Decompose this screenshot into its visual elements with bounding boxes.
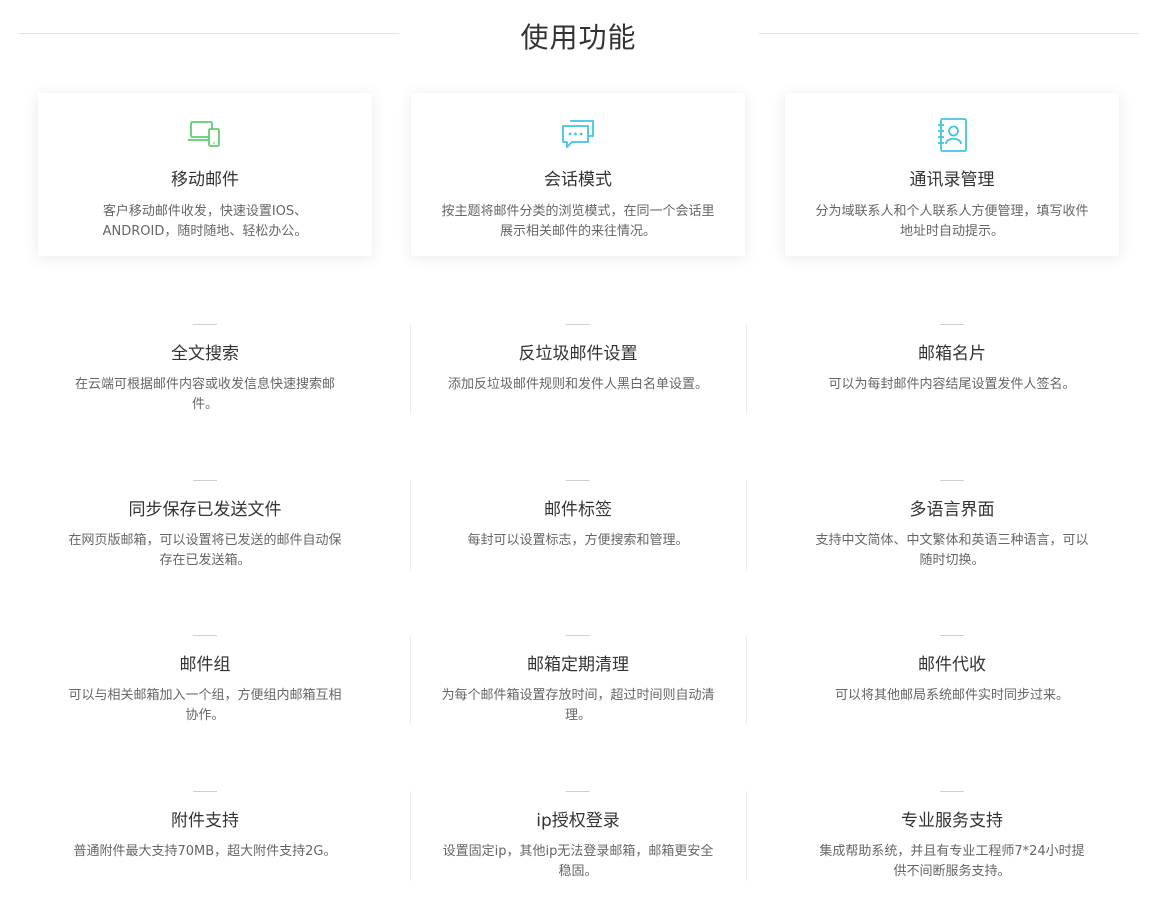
mobile-devices-icon <box>185 115 225 155</box>
column-divider <box>746 791 747 881</box>
column-divider <box>746 324 747 414</box>
feature-description: 添加反垃圾邮件规则和发件人黑白名单设置。 <box>447 377 708 392</box>
feature-title: 邮箱定期清理 <box>527 655 629 675</box>
card-mobile-mail[interactable]: 移动邮件 客户移动邮件收发，快速设置IOS、ANDROID，随时随地、轻松办公。 <box>38 93 372 256</box>
feature-description: 可以将其他邮局系统邮件实时同步过来。 <box>834 688 1069 703</box>
feature-item: 邮件标签 每封可以设置标志，方便搜索和管理。 <box>410 480 746 570</box>
feature-description: 每封可以设置标志，方便搜索和管理。 <box>467 533 689 548</box>
feature-title: 全文搜索 <box>171 344 239 364</box>
feature-dash <box>193 635 217 636</box>
feature-title: 邮件标签 <box>544 500 612 520</box>
feature-item: 专业服务支持 集成帮助系统，并且有专业工程师7*24小时提供不间断服务支持。 <box>784 791 1120 881</box>
feature-item: 附件支持 普通附件最大支持70MB，超大附件支持2G。 <box>37 791 373 881</box>
feature-dash <box>940 791 964 792</box>
feature-item: 多语言界面 支持中文简体、中文繁体和英语三种语言，可以随时切换。 <box>784 480 1120 570</box>
feature-description: 在云端可根据邮件内容或收发信息快速搜索邮件。 <box>74 377 335 412</box>
feature-title: 邮件代收 <box>918 655 986 675</box>
feature-item: 邮箱定期清理 为每个邮件箱设置存放时间，超过时间则自动清理。 <box>410 635 746 725</box>
feature-dash <box>193 324 217 325</box>
feature-item: 反垃圾邮件设置 添加反垃圾邮件规则和发件人黑白名单设置。 <box>410 324 746 414</box>
feature-dash <box>940 635 964 636</box>
column-divider <box>746 635 747 725</box>
feature-title: 邮箱名片 <box>918 344 986 364</box>
feature-description: 设置固定ip，其他ip无法登录邮箱，邮箱更安全稳固。 <box>442 844 714 879</box>
card-description: 分为域联系人和个人联系人方便管理，填写收件地址时自动提示。 <box>815 204 1089 239</box>
card-conversation-mode[interactable]: 会话模式 按主题将邮件分类的浏览模式，在同一个会话里展示相关邮件的来往情况。 <box>411 93 745 256</box>
feature-item: 邮件代收 可以将其他邮局系统邮件实时同步过来。 <box>784 635 1120 725</box>
feature-title: 邮件组 <box>179 655 231 675</box>
section-title: 使用功能 <box>520 21 637 54</box>
feature-description: 在网页版邮箱，可以设置将已发送的邮件自动保存在已发送箱。 <box>68 533 342 568</box>
feature-title: 同步保存已发送文件 <box>128 500 282 520</box>
feature-description: 集成帮助系统，并且有专业工程师7*24小时提供不间断服务支持。 <box>819 844 1085 879</box>
card-title: 移动邮件 <box>171 170 239 190</box>
feature-dash <box>193 791 217 792</box>
feature-dash <box>566 791 590 792</box>
feature-item: 全文搜索 在云端可根据邮件内容或收发信息快速搜索邮件。 <box>37 324 373 414</box>
feature-description: 为每个邮件箱设置存放时间，超过时间则自动清理。 <box>441 688 715 723</box>
contact-book-icon <box>932 115 972 155</box>
feature-description: 可以与相关邮箱加入一个组，方便组内邮箱互相协作。 <box>68 688 342 723</box>
feature-item: 邮件组 可以与相关邮箱加入一个组，方便组内邮箱互相协作。 <box>37 635 373 725</box>
feature-description: 可以为每封邮件内容结尾设置发件人签名。 <box>828 377 1076 392</box>
feature-item: 同步保存已发送文件 在网页版邮箱，可以设置将已发送的邮件自动保存在已发送箱。 <box>37 480 373 570</box>
card-title: 通讯录管理 <box>909 170 995 190</box>
feature-dash <box>940 480 964 481</box>
feature-dash <box>566 635 590 636</box>
card-description: 客户移动邮件收发，快速设置IOS、ANDROID，随时随地、轻松办公。 <box>102 204 308 239</box>
feature-title: 附件支持 <box>171 811 239 831</box>
feature-title: 专业服务支持 <box>901 811 1003 831</box>
feature-item: 邮箱名片 可以为每封邮件内容结尾设置发件人签名。 <box>784 324 1120 414</box>
chat-bubbles-icon <box>558 115 598 155</box>
card-contacts-management[interactable]: 通讯录管理 分为域联系人和个人联系人方便管理，填写收件地址时自动提示。 <box>785 93 1119 256</box>
feature-description: 支持中文简体、中文繁体和英语三种语言，可以随时切换。 <box>815 533 1089 568</box>
card-title: 会话模式 <box>544 170 612 190</box>
feature-title: 反垃圾邮件设置 <box>518 344 638 364</box>
feature-item: ip授权登录 设置固定ip，其他ip无法登录邮箱，邮箱更安全稳固。 <box>410 791 746 881</box>
feature-title: ip授权登录 <box>536 811 620 831</box>
feature-dash <box>940 324 964 325</box>
feature-dash <box>566 324 590 325</box>
column-divider <box>746 480 747 570</box>
card-description: 按主题将邮件分类的浏览模式，在同一个会话里展示相关邮件的来往情况。 <box>441 204 715 239</box>
feature-title: 多语言界面 <box>909 500 995 520</box>
feature-dash <box>566 480 590 481</box>
section-header: 使用功能 <box>0 14 1152 54</box>
feature-dash <box>193 480 217 481</box>
feature-description: 普通附件最大支持70MB，超大附件支持2G。 <box>73 844 337 859</box>
